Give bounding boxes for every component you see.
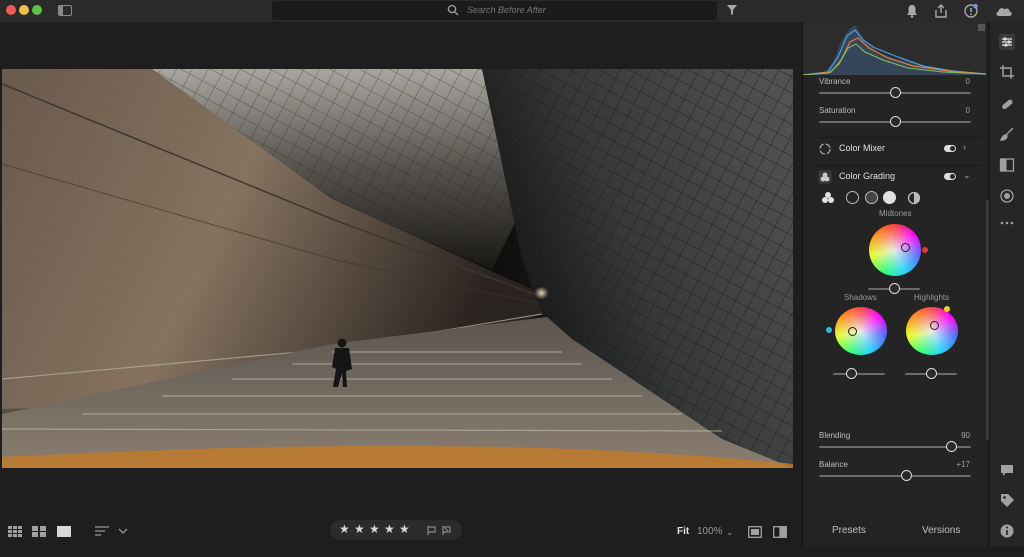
cloud-icon[interactable] xyxy=(994,3,1014,19)
color-grading-chevron-icon[interactable]: ⌄ xyxy=(963,170,971,181)
brush-icon[interactable] xyxy=(999,126,1015,142)
star-3[interactable]: ★ xyxy=(369,522,380,536)
chevron-down-icon[interactable] xyxy=(118,526,128,537)
three-way-mode-icon[interactable] xyxy=(821,191,835,205)
highlights-label: Highlights xyxy=(914,293,950,302)
midtones-luminance-thumb[interactable] xyxy=(889,283,900,294)
highlights-wheel-puck[interactable] xyxy=(930,321,939,330)
versions-tab[interactable]: Versions xyxy=(922,525,960,536)
flag-reject-icon[interactable] xyxy=(442,526,451,535)
midtones-wheel-puck[interactable] xyxy=(901,243,910,252)
saturation-value[interactable]: 0 xyxy=(940,106,970,115)
main-photo xyxy=(2,69,793,468)
close-window-button[interactable] xyxy=(6,5,16,15)
crop-icon[interactable] xyxy=(999,64,1015,80)
balance-slider-track[interactable] xyxy=(819,475,971,477)
photo-canvas[interactable] xyxy=(2,69,793,468)
fit-zoom-button[interactable]: Fit xyxy=(677,526,689,537)
color-mixer-toggle[interactable] xyxy=(944,145,956,152)
balance-slider-thumb[interactable] xyxy=(901,470,912,481)
saturation-slider-thumb[interactable] xyxy=(890,116,901,127)
lightroom-window: Search Before After ★ ★ ★ ★ ★ Fit 100% ⌄… xyxy=(0,0,1024,557)
balance-label: Balance xyxy=(819,460,848,469)
midtones-color-wheel[interactable] xyxy=(869,224,921,276)
title-bar: Search Before After xyxy=(0,0,1024,22)
color-mixer-icon xyxy=(819,143,831,155)
healing-icon[interactable] xyxy=(999,96,1015,112)
midtones-hue-handle[interactable] xyxy=(922,247,928,253)
edit-sliders-icon[interactable] xyxy=(999,34,1015,50)
color-mixer-chevron-icon[interactable]: › xyxy=(963,142,966,152)
shadows-hue-handle[interactable] xyxy=(826,327,832,333)
color-mixer-section[interactable]: Color Mixer › xyxy=(812,137,982,159)
highlights-mode-icon[interactable] xyxy=(883,191,896,204)
comment-icon[interactable] xyxy=(999,462,1015,478)
blending-value[interactable]: 90 xyxy=(940,431,970,440)
bell-icon[interactable] xyxy=(904,3,920,19)
shadows-color-wheel[interactable] xyxy=(835,307,887,355)
highlights-color-wheel[interactable] xyxy=(906,307,958,355)
blending-slider-thumb[interactable] xyxy=(946,441,957,452)
info-icon[interactable] xyxy=(963,3,979,19)
compare-split-icon[interactable] xyxy=(773,526,787,538)
single-view-icon[interactable] xyxy=(57,526,71,537)
highlights-hue-handle[interactable] xyxy=(944,306,950,312)
shadows-luminance-track[interactable] xyxy=(833,373,885,375)
midtones-label: Midtones xyxy=(879,209,912,218)
star-4[interactable]: ★ xyxy=(384,522,395,536)
search-placeholder: Search Before After xyxy=(467,5,546,15)
more-icon[interactable] xyxy=(999,215,1015,231)
highlights-luminance-thumb[interactable] xyxy=(926,368,937,379)
global-mode-icon[interactable] xyxy=(907,191,921,205)
color-grading-section[interactable]: Color Grading ⌄ xyxy=(812,165,982,187)
histogram xyxy=(803,22,986,75)
maximize-window-button[interactable] xyxy=(32,5,42,15)
star-1[interactable]: ★ xyxy=(339,522,350,536)
shadows-mode-icon[interactable] xyxy=(846,191,859,204)
vibrance-value[interactable]: 0 xyxy=(940,77,970,86)
share-icon[interactable] xyxy=(933,3,949,19)
shadows-wheel-puck[interactable] xyxy=(848,327,857,336)
star-2[interactable]: ★ xyxy=(354,522,365,536)
zoom-chevron-icon[interactable]: ⌄ xyxy=(726,527,734,538)
star-rating[interactable]: ★ ★ ★ ★ ★ xyxy=(330,520,462,540)
color-grading-icon xyxy=(818,170,832,184)
vibrance-label: Vibrance xyxy=(819,77,851,86)
filter-icon[interactable] xyxy=(726,4,738,16)
search-input[interactable]: Search Before After xyxy=(272,1,717,20)
sort-icon[interactable] xyxy=(95,526,109,537)
linear-gradient-icon[interactable] xyxy=(999,157,1015,173)
color-grading-toggle[interactable] xyxy=(944,173,956,180)
color-grading-title: Color Grading xyxy=(839,171,896,181)
search-icon xyxy=(447,4,459,16)
before-after-icon[interactable] xyxy=(748,526,762,538)
zoom-level[interactable]: 100% xyxy=(697,526,723,537)
shadows-luminance-thumb[interactable] xyxy=(846,368,857,379)
vibrance-slider-thumb[interactable] xyxy=(890,87,901,98)
balance-value[interactable]: +17 xyxy=(940,460,970,469)
radial-gradient-icon[interactable] xyxy=(999,188,1015,204)
info-panel-icon[interactable] xyxy=(999,523,1015,539)
grid-view-icon[interactable] xyxy=(8,526,22,537)
flag-pick-icon[interactable] xyxy=(427,526,436,535)
midtones-mode-icon[interactable] xyxy=(865,191,878,204)
star-5[interactable]: ★ xyxy=(399,522,410,536)
tag-icon[interactable] xyxy=(999,492,1015,508)
square-grid-icon[interactable] xyxy=(32,526,46,537)
presets-tab[interactable]: Presets xyxy=(832,525,866,536)
sidebar-toggle-icon[interactable] xyxy=(58,5,72,16)
saturation-label: Saturation xyxy=(819,106,856,115)
blending-label: Blending xyxy=(819,431,851,440)
histogram-graph xyxy=(803,24,986,75)
shadows-label: Shadows xyxy=(844,293,877,302)
minimize-window-button[interactable] xyxy=(19,5,29,15)
color-mixer-title: Color Mixer xyxy=(839,143,886,153)
